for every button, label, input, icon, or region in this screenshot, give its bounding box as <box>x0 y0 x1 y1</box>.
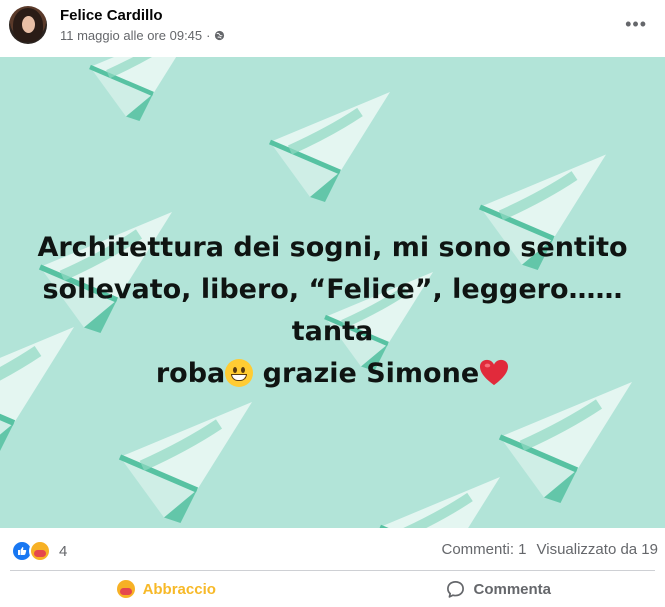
post-background-banner: Architettura dei sogni, mi sono sentito … <box>0 57 665 528</box>
engagement-counts: Commenti: 1 Visualizzato da 19 <box>441 541 658 558</box>
post-meta: 11 maggio alle ore 09:45 · <box>60 28 225 43</box>
post-text-line: roba grazie Simone <box>20 353 645 395</box>
reaction-count: 4 <box>59 542 68 560</box>
post-header: Felice Cardillo 11 maggio alle ore 09:45… <box>0 0 665 57</box>
care-button[interactable]: Abbraccio <box>0 571 333 607</box>
care-label: Abbraccio <box>142 580 216 598</box>
post-text-fragment: grazie Simone <box>253 358 480 389</box>
care-icon <box>29 540 51 562</box>
post-text-fragment: roba <box>155 358 226 389</box>
grinning-face-icon <box>225 359 254 387</box>
post-stats: 4 Commenti: 1 Visualizzato da 19 <box>0 528 665 570</box>
avatar[interactable] <box>9 6 47 44</box>
comment-label: Commenta <box>473 580 551 598</box>
comment-button[interactable]: Commenta <box>333 571 665 607</box>
reaction-summary[interactable]: 4 <box>11 540 67 562</box>
ellipsis-icon[interactable]: ••• <box>625 14 647 35</box>
comment-icon <box>447 580 465 598</box>
post-date[interactable]: 11 maggio alle ore 09:45 <box>60 28 202 43</box>
red-heart-icon <box>480 359 509 386</box>
post-text-line: Architettura dei sogni, mi sono sentito <box>37 232 628 263</box>
comments-count[interactable]: Commenti: 1 <box>441 541 526 558</box>
care-icon <box>116 580 135 598</box>
views-count[interactable]: Visualizzato da 19 <box>537 541 658 558</box>
meta-separator: · <box>206 28 211 43</box>
post-actions: Abbraccio Commenta <box>0 571 665 607</box>
globe-icon <box>215 30 225 41</box>
post-text-line: sollevato, libero, “Felice”, leggero……ta… <box>42 274 623 347</box>
post-text: Architettura dei sogni, mi sono sentito … <box>20 227 645 395</box>
author-name[interactable]: Felice Cardillo <box>60 7 163 24</box>
